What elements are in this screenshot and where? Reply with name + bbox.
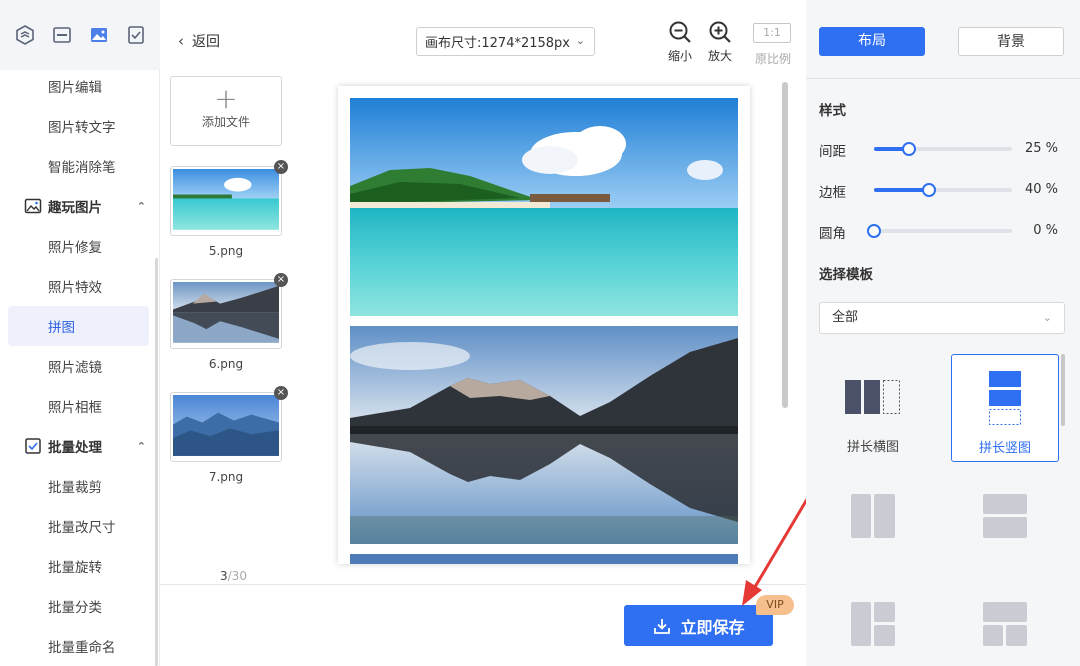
sidebar-group-batch[interactable]: 批量处理 ⌃: [24, 426, 154, 466]
file-name: 7.png: [208, 470, 244, 484]
sidebar-group-fun-images[interactable]: 趣玩图片 ⌃: [24, 186, 154, 226]
remove-file-icon[interactable]: ×: [274, 160, 288, 174]
collage-preview[interactable]: [338, 86, 750, 564]
original-ratio-label: 原比例: [754, 52, 791, 66]
sidebar-item-batch-rename[interactable]: 批量重命名: [8, 626, 149, 666]
save-now-button[interactable]: 立即保存: [624, 605, 773, 646]
template-long-vertical[interactable]: 拼长竖图: [951, 354, 1059, 462]
zoom-in-icon: [709, 21, 731, 43]
chevron-up-icon: ⌃: [136, 199, 146, 213]
sidebar-item-image-edit[interactable]: 图片编辑: [8, 66, 149, 106]
sidebar-item-photo-repair[interactable]: 照片修复: [8, 226, 149, 266]
zoom-in-button[interactable]: 放大: [700, 20, 740, 64]
sidebar-item-batch-classify[interactable]: 批量分类: [8, 586, 149, 626]
preview-photo-beach: [350, 98, 738, 316]
zoom-out-icon: [669, 21, 691, 43]
template-two-column[interactable]: [851, 494, 895, 538]
zoom-out-label: 缩小: [667, 49, 692, 63]
back-label: 返回: [192, 34, 220, 50]
fun-image-icon: [24, 198, 42, 214]
remove-file-icon[interactable]: ×: [274, 273, 288, 287]
chevron-left-icon: ‹: [178, 32, 184, 50]
chevron-down-icon: ⌄: [575, 34, 585, 47]
panel-divider: [806, 78, 1080, 79]
style-section-title: 样式: [819, 103, 846, 119]
slider-fill: [874, 188, 930, 192]
border-slider[interactable]: [874, 183, 1012, 197]
file-count-current: 3: [220, 569, 228, 583]
add-file-button[interactable]: + 添加文件: [170, 76, 282, 146]
chevron-down-icon: ⌄: [1042, 311, 1052, 324]
preview-scrollbar[interactable]: [782, 82, 788, 408]
template-label: 拼长横图: [846, 440, 899, 455]
slider-handle[interactable]: [901, 142, 916, 156]
sidebar-item-image-to-text[interactable]: 图片转文字: [8, 106, 149, 146]
back-button[interactable]: ‹ 返回: [178, 31, 220, 51]
zoom-out-button[interactable]: 缩小: [660, 20, 700, 64]
preview-photo-partial: [350, 554, 738, 564]
vertical-stitch-icon: [989, 371, 1021, 425]
sidebar-item-photo-filters[interactable]: 照片滤镜: [8, 346, 149, 386]
sidebar-group-label: 趣玩图片: [48, 200, 102, 216]
template-top-bottom-split[interactable]: [983, 602, 1027, 646]
picture-icon[interactable]: [88, 24, 110, 46]
template-section-title: 选择模板: [819, 267, 873, 283]
horizontal-stitch-icon: [845, 380, 900, 414]
image-edit-icon[interactable]: [51, 24, 73, 46]
sidebar-scrollbar[interactable]: [155, 258, 158, 666]
tab-layout[interactable]: 布局: [819, 27, 925, 56]
slider-handle[interactable]: [867, 224, 881, 238]
sidebar: 图片编辑 图片转文字 智能消除笔 趣玩图片 ⌃ 照片修复 照片特效 拼图 照片滤…: [0, 0, 160, 666]
batch-icon: [25, 438, 41, 454]
plus-icon: +: [214, 82, 238, 115]
save-now-label: 立即保存: [680, 617, 745, 637]
remove-file-icon[interactable]: ×: [274, 386, 288, 400]
add-file-label: 添加文件: [201, 115, 250, 129]
corner-radius-slider[interactable]: [867, 224, 1012, 238]
sidebar-item-smart-eraser[interactable]: 智能消除笔: [8, 146, 149, 186]
sidebar-item-batch-resize[interactable]: 批量改尺寸: [8, 506, 149, 546]
corner-radius-label: 圆角: [819, 226, 846, 242]
corner-radius-value: 0 %: [1033, 223, 1058, 238]
file-count-total: /30: [227, 569, 247, 583]
spacing-label: 间距: [819, 144, 846, 160]
canvas-size-select[interactable]: 画布尺寸:1274*2158px ⌄: [416, 27, 595, 56]
file-thumbnail[interactable]: [170, 392, 282, 462]
file-counter: 3/30: [220, 569, 247, 583]
thumbnail-image: [173, 395, 279, 456]
chevron-up-icon: ⌃: [136, 439, 146, 453]
sidebar-item-batch-crop[interactable]: 批量裁剪: [8, 466, 149, 506]
thumbnail-image: [173, 282, 279, 343]
file-thumbnail[interactable]: [170, 166, 282, 236]
template-filter-value: 全部: [832, 310, 859, 325]
file-thumbnail[interactable]: [170, 279, 282, 349]
zoom-in-label: 放大: [707, 49, 732, 63]
template-label: 拼长竖图: [978, 441, 1031, 456]
border-value: 40 %: [1024, 182, 1058, 197]
layers-icon[interactable]: [14, 24, 36, 46]
tab-background[interactable]: 背景: [958, 27, 1064, 56]
thumbnail-image: [173, 169, 279, 230]
sidebar-item-collage[interactable]: 拼图: [8, 306, 149, 346]
download-icon: [654, 618, 671, 634]
sidebar-item-photo-frames[interactable]: 照片相框: [8, 386, 149, 426]
file-name: 6.png: [208, 357, 244, 371]
checklist-icon[interactable]: [125, 24, 147, 46]
original-ratio-button[interactable]: 1:1: [753, 23, 791, 43]
spacing-slider[interactable]: [874, 142, 1012, 156]
sidebar-item-batch-rotate[interactable]: 批量旋转: [8, 546, 149, 586]
template-two-row[interactable]: [983, 494, 1027, 538]
preview-photo-lake: [350, 326, 738, 544]
sidebar-icon-row: [0, 0, 160, 70]
spacing-value: 25 %: [1024, 141, 1058, 156]
sidebar-group-label: 批量处理: [48, 440, 102, 456]
template-filter-select[interactable]: 全部 ⌄: [819, 302, 1065, 334]
template-long-horizontal[interactable]: 拼长横图: [819, 354, 927, 462]
border-label: 边框: [819, 185, 846, 201]
template-scrollbar[interactable]: [1061, 354, 1065, 426]
sidebar-item-photo-effects[interactable]: 照片特效: [8, 266, 149, 306]
canvas-size-value: 画布尺寸:1274*2158px: [425, 36, 570, 51]
template-left-right-split[interactable]: [851, 602, 895, 646]
file-name: 5.png: [208, 244, 244, 258]
